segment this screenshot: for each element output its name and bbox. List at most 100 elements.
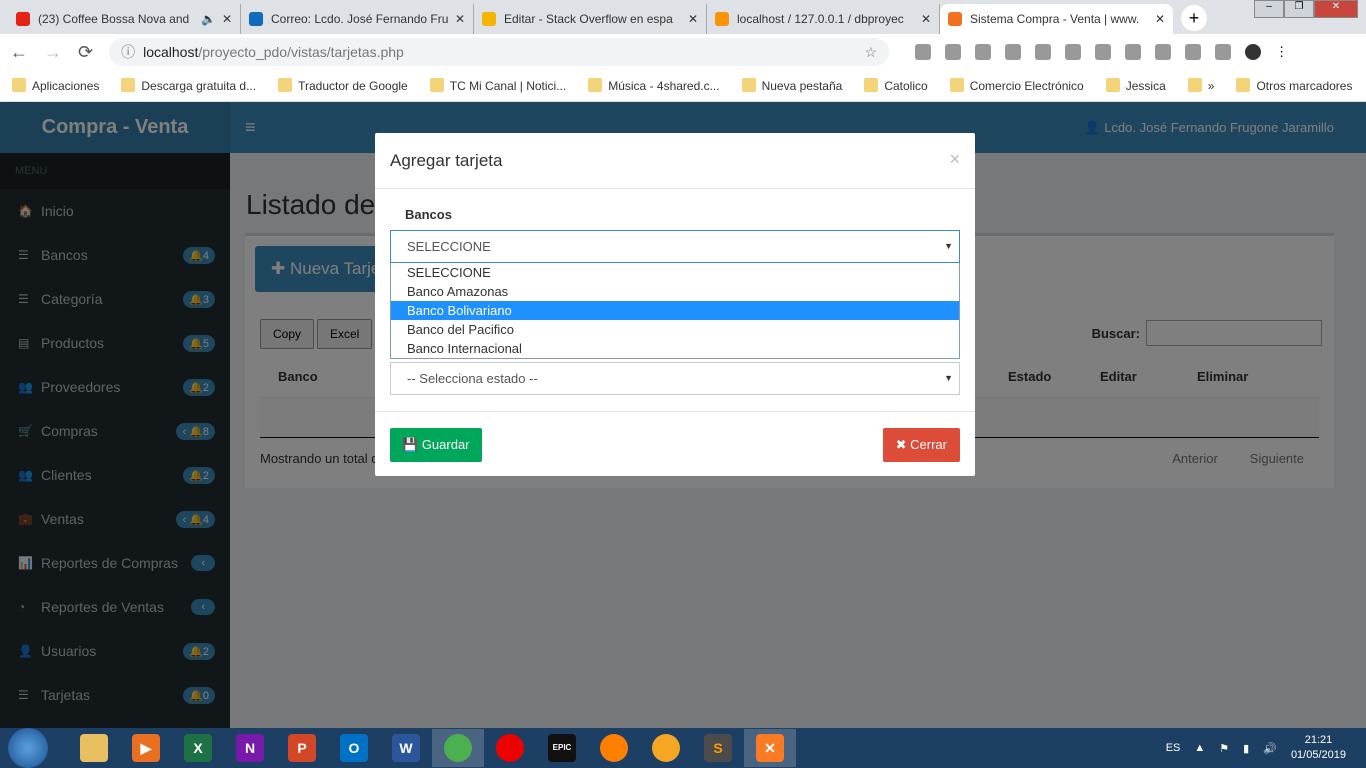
word-icon[interactable]: W	[380, 729, 432, 767]
chevron-down-icon: ▼	[944, 373, 953, 383]
extension-icon[interactable]	[1065, 44, 1082, 60]
media-icon[interactable]: ▶	[120, 729, 172, 767]
modal-footer: 💾 Guardar ✖ Cerrar	[375, 411, 975, 476]
close-tab-icon[interactable]: ✕	[222, 12, 232, 26]
bank-option[interactable]: Banco Bolivariano	[391, 301, 959, 320]
url-input[interactable]: ⓘ localhost/proyecto_pdo/vistas/tarjetas.…	[109, 38, 890, 66]
bookmark[interactable]: Otros marcadores	[1236, 78, 1352, 93]
extension-icon[interactable]	[1155, 44, 1172, 60]
close-tab-icon[interactable]: ✕	[455, 12, 465, 26]
extension-icon[interactable]	[915, 44, 932, 60]
maximize-button[interactable]: ❐	[1284, 0, 1314, 18]
app: Compra - Venta ≡ 👤 Lcdo. José Fernando F…	[0, 102, 1366, 728]
extension-icon[interactable]	[975, 44, 992, 60]
favicon-icon	[715, 12, 729, 26]
browser-tab[interactable]: (23) Coffee Bossa Nova and 🔈 ✕	[8, 4, 241, 34]
save-button[interactable]: 💾 Guardar	[390, 428, 482, 462]
browser-tab[interactable]: localhost / 127.0.0.1 / dbproyec ✕	[707, 4, 940, 34]
extension-icon[interactable]	[1005, 44, 1022, 60]
outlook-icon[interactable]: O	[328, 729, 380, 767]
bookmark[interactable]: »	[1187, 78, 1215, 93]
bookmark-icon	[741, 78, 756, 92]
bookmark-icon	[588, 78, 603, 92]
bookmark[interactable]: Música - 4shared.c...	[588, 78, 720, 93]
tab-title: Editar - Stack Overflow en espa	[504, 12, 673, 26]
browser-tab[interactable]: Sistema Compra - Venta | www. ✕	[940, 4, 1173, 34]
sublime-icon[interactable]: S	[692, 729, 744, 767]
bank-option[interactable]: Banco Internacional	[391, 339, 959, 358]
explorer-icon[interactable]	[68, 729, 120, 767]
epic-games-icon[interactable]: EPIC	[536, 729, 588, 767]
forward-icon[interactable]: →	[44, 42, 62, 63]
clock[interactable]: 21:21 01/05/2019	[1291, 733, 1346, 763]
close-tab-icon[interactable]: ✕	[1155, 12, 1165, 26]
extension-icon[interactable]	[1215, 44, 1232, 60]
address-bar: ← → ⟳ ⓘ localhost/proyecto_pdo/vistas/tar…	[0, 34, 1366, 70]
vpn-icon[interactable]	[640, 729, 692, 767]
bookmark[interactable]: Traductor de Google	[278, 78, 408, 93]
reload-icon[interactable]: ⟳	[78, 42, 93, 63]
bank-label: Bancos	[405, 207, 452, 222]
flag-icon[interactable]: ⚑	[1219, 742, 1229, 755]
favicon-icon	[16, 12, 30, 26]
tab-title: (23) Coffee Bossa Nova and	[38, 12, 190, 26]
bank-option[interactable]: Banco del Pacifico	[391, 320, 959, 339]
bookmark[interactable]: Aplicaciones	[12, 78, 99, 93]
star-icon[interactable]: ☆	[865, 44, 878, 61]
powerpoint-icon[interactable]: P	[276, 729, 328, 767]
taskbar: ▶ X N P O W EPIC S ✕ ES ▲ ⚑ ▮ 🔊 21:21 01/…	[0, 728, 1366, 768]
extension-icon[interactable]	[945, 44, 962, 60]
audio-icon[interactable]: 🔈	[201, 12, 216, 26]
bookmark[interactable]: Jessica	[1105, 78, 1166, 93]
estado-select[interactable]: -- Selecciona estado -- ▼	[390, 362, 960, 395]
language-indicator[interactable]: ES	[1166, 742, 1181, 754]
chevron-down-icon: ▼	[944, 241, 953, 251]
bookmark-icon	[12, 78, 26, 92]
close-tab-icon[interactable]: ✕	[921, 12, 931, 26]
bookmark[interactable]: Comercio Electrónico	[949, 78, 1084, 93]
extension-icon[interactable]	[1035, 44, 1052, 60]
start-button[interactable]	[8, 728, 48, 768]
tray-arrow-icon[interactable]: ▲	[1194, 742, 1205, 754]
firefox-icon[interactable]	[588, 729, 640, 767]
minimize-button[interactable]: –	[1254, 0, 1284, 18]
bank-option[interactable]: Banco Amazonas	[391, 282, 959, 301]
bookmark-icon	[949, 78, 964, 92]
volume-icon[interactable]: 🔊	[1263, 742, 1277, 755]
extension-icon[interactable]	[1185, 44, 1202, 60]
favicon-icon	[249, 12, 263, 26]
close-window-button[interactable]: ✕	[1314, 0, 1358, 18]
close-icon[interactable]: ×	[949, 149, 960, 170]
bookmark[interactable]: Nueva pestaña	[741, 78, 842, 93]
modal-header: Agregar tarjeta ×	[375, 133, 975, 189]
info-icon[interactable]: ⓘ	[121, 42, 135, 62]
bookmark-label: Música - 4shared.c...	[608, 79, 720, 93]
extension-icon[interactable]	[1125, 44, 1142, 60]
bookmark[interactable]: TC Mi Canal | Notici...	[429, 78, 566, 93]
bank-select[interactable]: SELECCIONE ▼	[390, 230, 960, 263]
tab-title: Sistema Compra - Venta | www.	[970, 12, 1140, 26]
bookmark-icon	[1236, 78, 1251, 92]
avatar[interactable]	[1245, 44, 1262, 60]
bookmark[interactable]: Descarga gratuita d...	[121, 78, 256, 93]
bookmark-label: Traductor de Google	[298, 79, 408, 93]
chrome-icon[interactable]	[432, 729, 484, 767]
network-icon[interactable]: ▮	[1243, 742, 1249, 755]
excel-icon[interactable]: X	[172, 729, 224, 767]
close-button[interactable]: ✖ Cerrar	[882, 428, 960, 462]
close-tab-icon[interactable]: ✕	[688, 12, 698, 26]
bookmark-icon	[429, 78, 444, 92]
new-tab-button[interactable]: +	[1181, 5, 1207, 31]
onenote-icon[interactable]: N	[224, 729, 276, 767]
opera-icon[interactable]	[484, 729, 536, 767]
back-icon[interactable]: ←	[10, 42, 28, 63]
menu-icon[interactable]: ⋮	[1275, 44, 1291, 60]
system-tray: ES ▲ ⚑ ▮ 🔊 21:21 01/05/2019	[1166, 733, 1366, 763]
bank-option[interactable]: SELECCIONE	[391, 263, 959, 282]
browser-tab[interactable]: Correo: Lcdo. José Fernando Fru ✕	[241, 4, 474, 34]
extension-icon[interactable]	[1095, 44, 1112, 60]
bookmark[interactable]: Catolico	[864, 78, 928, 93]
xampp-icon[interactable]: ✕	[744, 729, 796, 767]
bookmark-label: »	[1207, 79, 1215, 93]
browser-tab[interactable]: Editar - Stack Overflow en espa ✕	[474, 4, 707, 34]
